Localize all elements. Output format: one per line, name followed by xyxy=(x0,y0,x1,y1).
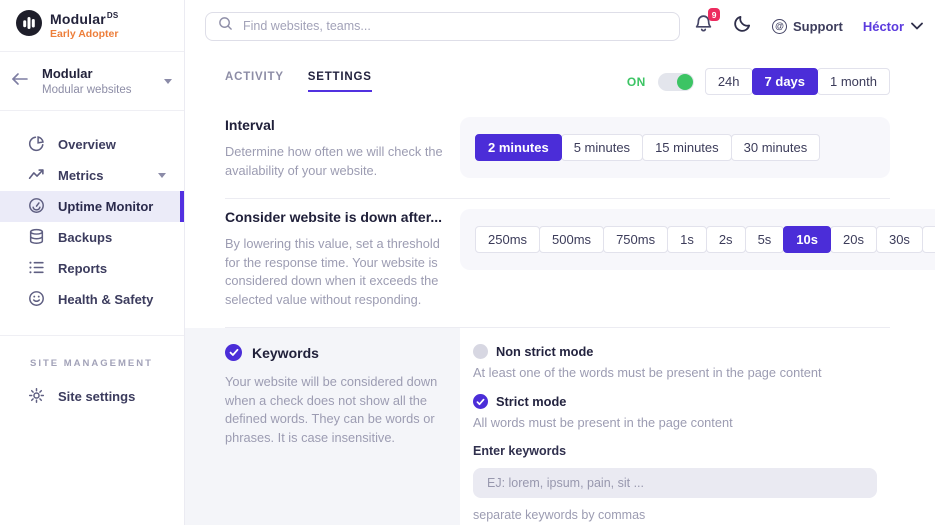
search-icon xyxy=(218,16,233,36)
sidebar-nav: Overview Metrics Uptime Monitor Backups … xyxy=(0,111,184,329)
brand-name: ModularDS xyxy=(50,11,118,27)
sidebar: ModularDS Early Adopter Modular Modular … xyxy=(0,0,185,525)
dark-mode-moon-icon[interactable] xyxy=(733,14,752,38)
interval-option-button[interactable]: 15 minutes xyxy=(642,134,732,161)
user-name: Héctor xyxy=(863,19,904,34)
keywords-enabled-checkbox[interactable] xyxy=(225,344,242,361)
interval-options: 2 minutes5 minutes15 minutes30 minutes xyxy=(476,134,874,161)
workspace-caret-icon xyxy=(164,79,172,84)
toggle-knob xyxy=(677,74,693,90)
back-arrow-icon[interactable] xyxy=(10,71,30,92)
section-title: Keywords xyxy=(252,345,319,361)
keywords-section: Keywords Your website will be considered… xyxy=(185,328,935,525)
sidebar-item-label: Metrics xyxy=(58,168,104,183)
monitor-on-label: ON xyxy=(627,75,646,89)
sidebar-item-label: Health & Safety xyxy=(58,292,153,307)
settings-content: ACTIVITY SETTINGS ON 24h7 days1 month In… xyxy=(185,52,935,525)
workspace-name: Modular xyxy=(42,66,131,81)
section-description: Your website will be considered down whe… xyxy=(225,373,460,447)
down-after-panel: 250ms500ms750ms1s2s5s10s20s30s45s xyxy=(460,209,935,270)
global-search[interactable] xyxy=(205,12,680,41)
section-title: Consider website is down after... xyxy=(225,209,460,225)
topbar: 9 @ Support Héctor xyxy=(185,0,935,52)
interval-option-button[interactable]: 5 minutes xyxy=(561,134,643,161)
brand-logo-icon xyxy=(16,10,42,41)
workspace-switcher[interactable]: Modular Modular websites xyxy=(0,52,184,111)
mode-helper: At least one of the words must be presen… xyxy=(473,365,890,380)
section-title: Interval xyxy=(225,117,460,133)
threshold-option-button[interactable]: 45s xyxy=(922,226,935,253)
threshold-option-button[interactable]: 500ms xyxy=(539,226,604,253)
list-icon xyxy=(28,259,45,279)
radio-checked-icon[interactable] xyxy=(473,394,488,409)
threshold-option-button[interactable]: 5s xyxy=(745,226,785,253)
sidebar-item-label: Site settings xyxy=(58,389,135,404)
tab-settings[interactable]: SETTINGS xyxy=(308,71,372,92)
sidebar-item-backups[interactable]: Backups xyxy=(0,222,184,253)
time-range-group: 24h7 days1 month xyxy=(706,68,890,95)
keywords-input-label: Enter keywords xyxy=(473,444,890,458)
notification-badge: 9 xyxy=(708,8,720,21)
keywords-input[interactable] xyxy=(473,468,877,498)
sidebar-item-site-settings[interactable]: Site settings xyxy=(0,381,184,412)
keywords-input-helper: separate keywords by commas xyxy=(473,508,890,522)
database-icon xyxy=(28,228,45,248)
support-button[interactable]: @ Support xyxy=(772,19,843,34)
notifications-button[interactable]: 9 xyxy=(694,14,713,38)
interval-option-button[interactable]: 2 minutes xyxy=(475,134,562,161)
section-description: By lowering this value, set a threshold … xyxy=(225,235,460,309)
support-at-icon: @ xyxy=(772,19,787,34)
tab-activity[interactable]: ACTIVITY xyxy=(225,71,284,92)
search-input[interactable] xyxy=(243,19,667,33)
sidebar-item-label: Reports xyxy=(58,261,107,276)
gear-icon xyxy=(28,387,45,407)
threshold-option-button[interactable]: 2s xyxy=(706,226,746,253)
chevron-down-icon xyxy=(911,17,923,35)
app-window: ModularDS Early Adopter Modular Modular … xyxy=(0,0,935,525)
sidebar-item-label: Overview xyxy=(58,137,116,152)
sidebar-item-label: Uptime Monitor xyxy=(58,199,153,214)
interval-section: Interval Determine how often we will che… xyxy=(225,107,890,198)
threshold-option-button[interactable]: 20s xyxy=(830,226,877,253)
threshold-option-button[interactable]: 1s xyxy=(667,226,707,253)
workspace-subtitle: Modular websites xyxy=(42,84,131,96)
threshold-option-button[interactable]: 10s xyxy=(783,226,831,253)
sidebar-item-overview[interactable]: Overview xyxy=(0,129,184,160)
sidebar-item-health-safety[interactable]: Health & Safety xyxy=(0,284,184,315)
brand-superscript: DS xyxy=(107,11,119,20)
down-after-section: Consider website is down after... By low… xyxy=(225,199,890,327)
trending-up-icon xyxy=(28,166,45,186)
time-range-button[interactable]: 7 days xyxy=(752,68,818,95)
sidebar-item-metrics[interactable]: Metrics xyxy=(0,160,184,191)
threshold-option-button[interactable]: 750ms xyxy=(603,226,668,253)
interval-option-button[interactable]: 30 minutes xyxy=(731,134,821,161)
uptime-gauge-icon xyxy=(28,197,45,217)
mode-strict[interactable]: Strict mode xyxy=(473,394,890,409)
threshold-option-button[interactable]: 250ms xyxy=(475,226,540,253)
time-range-button[interactable]: 1 month xyxy=(817,68,890,95)
bell-icon xyxy=(694,20,713,37)
mode-helper: All words must be present in the page co… xyxy=(473,415,890,430)
pie-chart-icon xyxy=(28,135,45,155)
threshold-option-button[interactable]: 30s xyxy=(876,226,923,253)
sidebar-item-reports[interactable]: Reports xyxy=(0,253,184,284)
interval-panel: 2 minutes5 minutes15 minutes30 minutes xyxy=(460,117,890,178)
section-description: Determine how often we will check the av… xyxy=(225,143,460,180)
monitor-toggle[interactable] xyxy=(658,73,694,91)
main-area: 9 @ Support Héctor ACTIVITY SETTINGS xyxy=(185,0,935,525)
time-range-button[interactable]: 24h xyxy=(705,68,753,95)
user-menu[interactable]: Héctor xyxy=(863,17,923,35)
mode-non-strict[interactable]: Non strict mode xyxy=(473,344,890,359)
brand: ModularDS Early Adopter xyxy=(0,0,184,52)
radio-unchecked-icon[interactable] xyxy=(473,344,488,359)
metrics-caret-icon xyxy=(158,173,166,178)
tab-bar: ACTIVITY SETTINGS xyxy=(225,71,372,92)
sidebar-item-label: Backups xyxy=(58,230,112,245)
sidebar-item-uptime-monitor[interactable]: Uptime Monitor xyxy=(0,191,184,222)
smiley-icon xyxy=(28,290,45,310)
down-after-options: 250ms500ms750ms1s2s5s10s20s30s45s xyxy=(476,226,935,253)
early-adopter-badge: Early Adopter xyxy=(50,28,118,40)
site-management-header: SITE MANAGEMENT xyxy=(0,336,184,381)
